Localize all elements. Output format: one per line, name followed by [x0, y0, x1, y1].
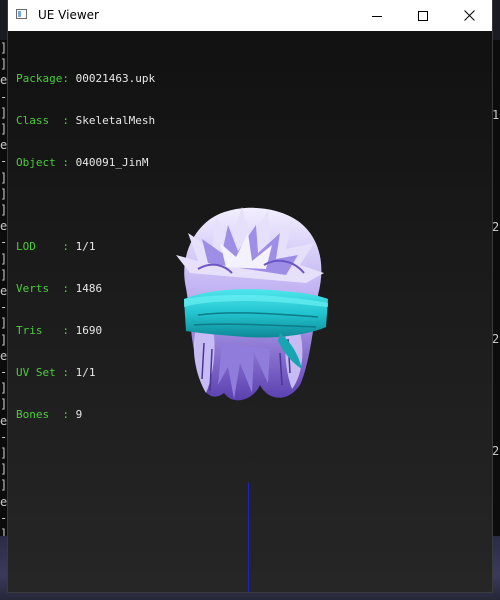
close-button[interactable] [446, 0, 492, 31]
uvset-label: UV Set : [16, 366, 69, 379]
mesh-info-overlay: Package: 00021463.upk Class : SkeletalMe… [16, 44, 155, 450]
object-value: 040091_JinM [75, 156, 149, 169]
info-row-uvset: UV Set : 1/1 [16, 366, 155, 380]
uvset-value: 1/1 [75, 366, 96, 379]
maximize-button[interactable] [400, 0, 446, 31]
background-console-left: ] ] e - ] ] e - ] ] ] e - ] ] e - ] ] e … [0, 40, 8, 600]
info-row-verts: Verts : 1486 [16, 282, 155, 296]
ground-axis-line [248, 483, 249, 592]
verts-value: 1486 [75, 282, 103, 295]
close-icon [463, 10, 475, 21]
minimize-button[interactable] [354, 0, 400, 31]
object-label: Object : [16, 156, 69, 169]
class-value: SkeletalMesh [75, 114, 156, 127]
info-row-tris: Tris : 1690 [16, 324, 155, 338]
maximize-icon [418, 10, 428, 21]
minimize-icon [372, 15, 382, 17]
info-row-bones: Bones : 9 [16, 408, 155, 422]
ue-viewer-window: UE Viewer Package: 00021463.upk Class : … [8, 0, 492, 592]
info-row-object: Object : 040091_JinM [16, 156, 155, 170]
tris-value: 1690 [75, 324, 103, 337]
class-label: Class : [16, 114, 69, 127]
verts-label: Verts : [16, 282, 69, 295]
window-icon[interactable] [16, 9, 27, 19]
hair-mesh-model[interactable] [168, 203, 328, 408]
bones-value: 9 [75, 408, 83, 421]
info-row-lod: LOD : 1/1 [16, 240, 155, 254]
info-row-class: Class : SkeletalMesh [16, 114, 155, 128]
tris-label: Tris : [16, 324, 69, 337]
lod-value: 1/1 [75, 240, 96, 253]
window-title: UE Viewer [38, 8, 99, 22]
bones-label: Bones : [16, 408, 69, 421]
package-value: 00021463.upk [75, 72, 156, 85]
lod-label: LOD : [16, 240, 69, 253]
info-row-package: Package: 00021463.upk [16, 72, 155, 86]
title-bar[interactable]: UE Viewer [8, 0, 492, 31]
3d-viewport[interactable]: Package: 00021463.upk Class : SkeletalMe… [8, 31, 492, 592]
package-label: Package: [16, 72, 69, 85]
